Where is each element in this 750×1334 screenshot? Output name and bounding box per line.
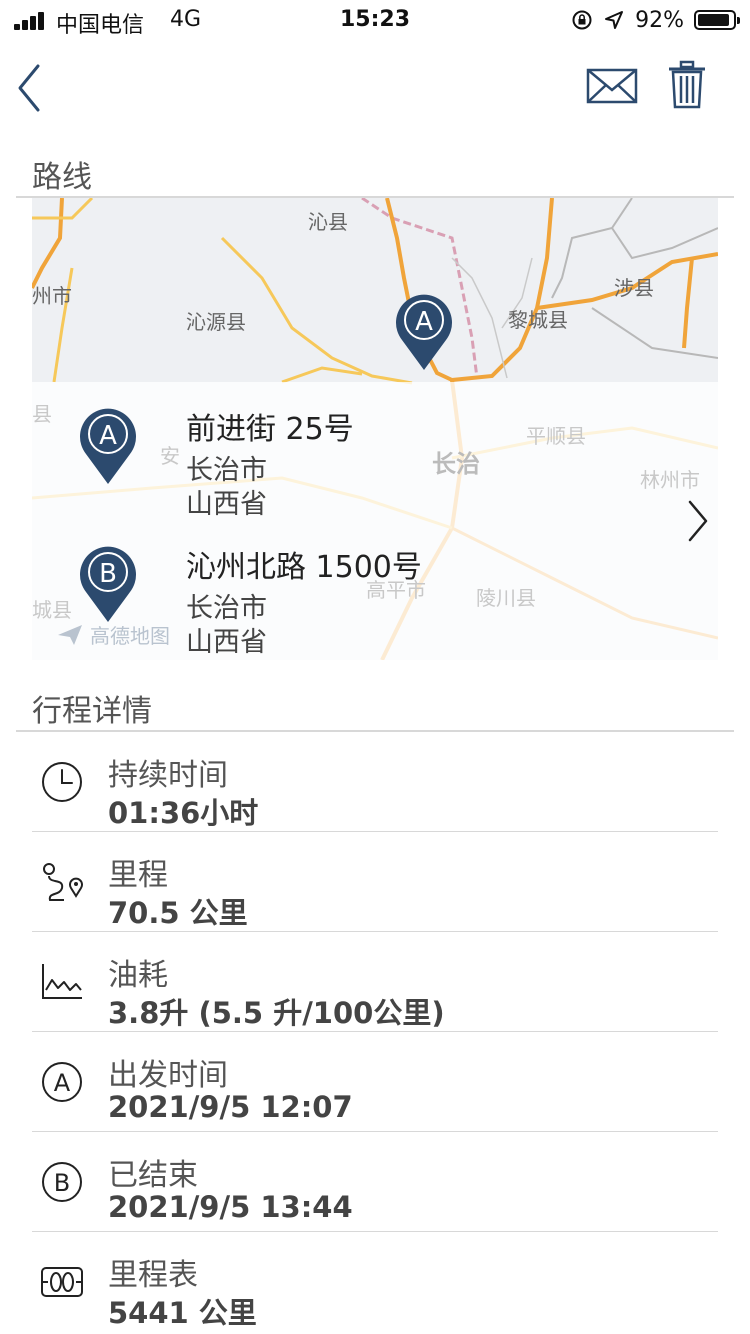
map-label: 州市	[32, 284, 72, 308]
route-start-stop[interactable]: A 前进街 25号 长治市 山西省	[32, 404, 718, 520]
end-province: 山西省	[186, 627, 267, 658]
detail-label: 已结束	[108, 1158, 198, 1193]
status-bar: 中国电信 4G 15:23 92%	[0, 0, 750, 40]
circle-b-icon: B	[42, 1162, 82, 1202]
odometer-icon	[41, 1267, 83, 1297]
detail-value: 3.8升 (5.5 升/100公里)	[108, 996, 445, 1030]
route-map[interactable]: 沁县 州市 沁源县 黎城县 涉县 A 县 安 长治 平顺县 林州市 高平市 陵川…	[32, 198, 718, 660]
end-street: 沁州北路 1500号	[186, 550, 422, 585]
email-button[interactable]	[585, 66, 639, 106]
svg-text:A: A	[99, 421, 117, 451]
battery-icon	[694, 10, 740, 30]
detail-row-end: B 已结束 2021/9/5 13:44	[32, 1132, 718, 1232]
detail-label: 里程表	[108, 1258, 198, 1293]
start-street: 前进街 25号	[186, 412, 354, 447]
map-label: 沁源县	[186, 310, 246, 334]
rotation-lock-icon	[572, 10, 592, 30]
detail-value: 5441 公里	[108, 1296, 257, 1330]
route-end-stop[interactable]: B 沁州北路 1500号 长治市 山西省	[32, 542, 718, 658]
svg-text:A: A	[54, 1069, 71, 1097]
map-label: 黎城县	[508, 308, 568, 332]
pin-b-icon: B	[80, 546, 136, 622]
detail-row-fuel: 油耗 3.8升 (5.5 升/100公里)	[32, 932, 718, 1032]
start-province: 山西省	[186, 489, 267, 520]
detail-value: 2021/9/5 12:07	[108, 1090, 353, 1124]
svg-text:B: B	[54, 1169, 70, 1197]
detail-label: 持续时间	[108, 758, 228, 793]
fuel-chart-icon	[42, 964, 82, 999]
details-section-title: 行程详情	[32, 694, 152, 729]
map-label: 沁县	[308, 210, 348, 234]
circle-a-icon: A	[42, 1062, 82, 1102]
detail-row-odometer: 里程表 5441 公里	[32, 1232, 718, 1332]
nav-bar	[0, 40, 750, 140]
detail-value: 01:36小时	[108, 796, 259, 830]
delete-button[interactable]	[666, 60, 708, 110]
detail-row-duration: 持续时间 01:36小时	[32, 732, 718, 832]
detail-label: 里程	[108, 858, 168, 893]
pin-a-icon: A	[80, 408, 136, 484]
detail-value: 70.5 公里	[108, 896, 248, 930]
route-icon	[43, 863, 83, 901]
detail-value: 2021/9/5 13:44	[108, 1190, 353, 1224]
detail-row-departure: A 出发时间 2021/9/5 12:07	[32, 1032, 718, 1132]
back-button[interactable]	[10, 60, 50, 116]
svg-text:A: A	[415, 307, 433, 337]
status-right: 92%	[571, 6, 740, 34]
location-arrow-icon	[605, 11, 624, 29]
map-label: 涉县	[614, 276, 654, 300]
detail-row-distance: 里程 70.5 公里	[32, 832, 718, 932]
detail-label: 油耗	[108, 958, 168, 993]
detail-label: 出发时间	[108, 1058, 228, 1093]
route-section-title: 路线	[32, 160, 92, 195]
clock-icon	[42, 762, 82, 802]
map-pin-a-icon: A	[396, 294, 452, 370]
svg-text:B: B	[99, 559, 117, 589]
chevron-right-icon[interactable]	[684, 496, 712, 546]
battery-percent: 92%	[635, 7, 684, 33]
